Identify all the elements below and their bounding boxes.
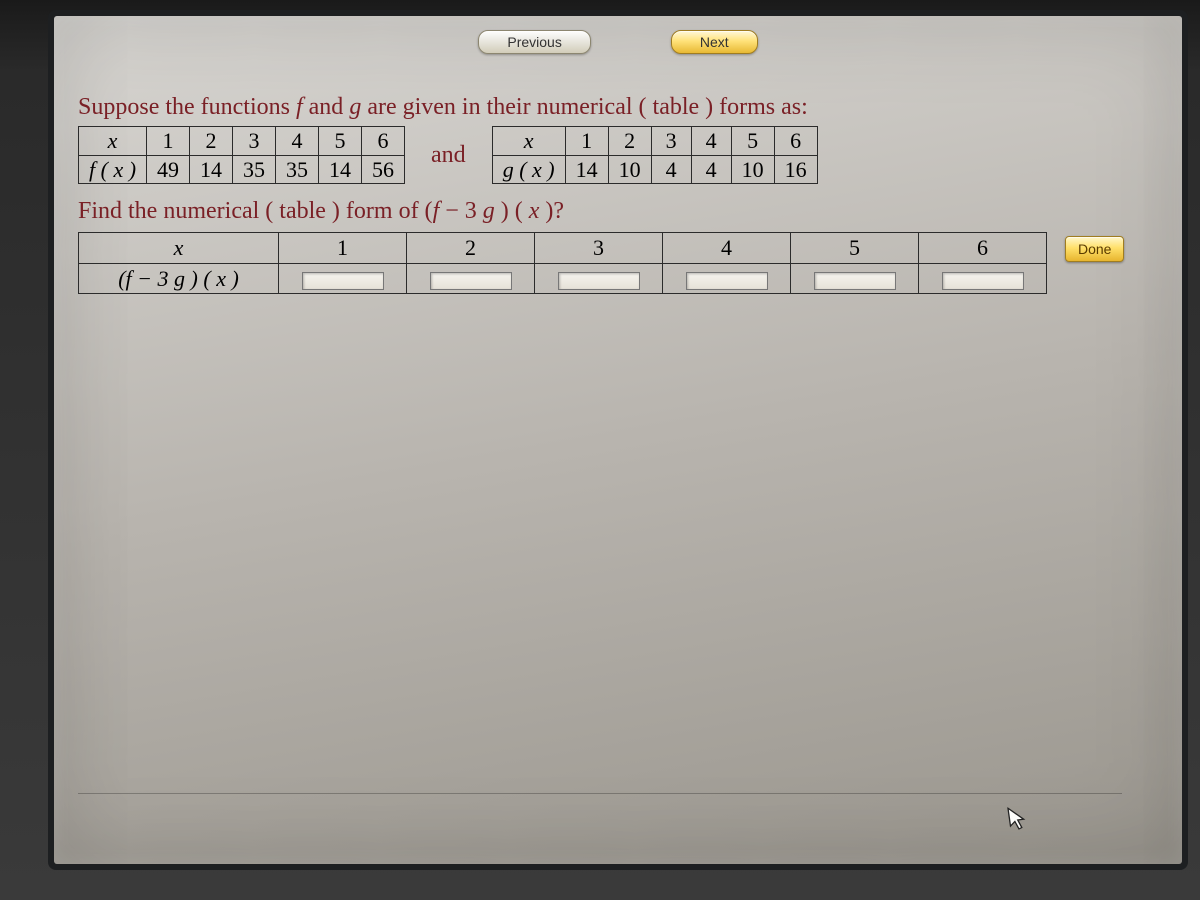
answer-input-5[interactable] bbox=[814, 272, 896, 290]
table-g-v3: 4 bbox=[651, 155, 691, 184]
table-g-v2: 10 bbox=[608, 155, 651, 184]
table-g-v6: 16 bbox=[774, 155, 817, 184]
question-prefix: Find the numerical ( table ) form of ( bbox=[78, 198, 433, 224]
question-suffix: )? bbox=[539, 198, 564, 224]
intro-prefix: Suppose the functions bbox=[78, 94, 296, 120]
answer-col-2: 2 bbox=[407, 233, 535, 264]
table-f-x6: 6 bbox=[362, 127, 405, 156]
intro-suffix: are given in their numerical ( table ) f… bbox=[361, 94, 808, 120]
table-f-v3: 35 bbox=[233, 155, 276, 184]
table-g-x5: 5 bbox=[731, 127, 774, 156]
table-f: x 1 2 3 4 5 6 f ( x ) 49 14 35 35 bbox=[78, 126, 405, 184]
table-f-v2: 14 bbox=[190, 155, 233, 184]
table-g-v5: 10 bbox=[731, 155, 774, 184]
table-f-x3: 3 bbox=[233, 127, 276, 156]
nav-bar: Previous Next bbox=[54, 30, 1182, 54]
answer-input-2[interactable] bbox=[430, 272, 512, 290]
answer-col-1: 1 bbox=[279, 233, 407, 264]
answer-input-6[interactable] bbox=[942, 272, 1024, 290]
table-g-x2: 2 bbox=[608, 127, 651, 156]
answer-var: x bbox=[79, 233, 279, 264]
divider bbox=[78, 793, 1122, 794]
question-mid: − 3 bbox=[439, 198, 483, 224]
intro-text: Suppose the functions f and g are given … bbox=[78, 92, 1174, 122]
previous-button[interactable]: Previous bbox=[478, 30, 590, 54]
table-g-v1: 14 bbox=[565, 155, 608, 184]
question-close: ) ( bbox=[495, 198, 529, 224]
table-f-v4: 35 bbox=[276, 155, 319, 184]
question-text: Find the numerical ( table ) form of (f … bbox=[78, 196, 1174, 226]
table-g: x 1 2 3 4 5 6 g ( x ) 14 10 4 4 10 bbox=[492, 126, 818, 184]
answer-input-1[interactable] bbox=[302, 272, 384, 290]
table-f-x1: 1 bbox=[147, 127, 190, 156]
cursor-icon bbox=[1007, 805, 1029, 839]
answer-col-5: 5 bbox=[791, 233, 919, 264]
and-word: and bbox=[431, 140, 466, 170]
table-g-x1: 1 bbox=[565, 127, 608, 156]
question-g: g bbox=[483, 198, 495, 224]
answer-label: (f − 3 g ) ( x ) bbox=[79, 263, 279, 294]
table-g-x3: 3 bbox=[651, 127, 691, 156]
answer-col-6: 6 bbox=[919, 233, 1047, 264]
answer-input-3[interactable] bbox=[558, 272, 640, 290]
question-content: Suppose the functions f and g are given … bbox=[78, 92, 1174, 294]
table-f-v1: 49 bbox=[147, 155, 190, 184]
answer-input-4[interactable] bbox=[686, 272, 768, 290]
table-f-label: f ( x ) bbox=[79, 155, 147, 184]
table-g-x4: 4 bbox=[691, 127, 731, 156]
intro-mid: and bbox=[303, 94, 350, 120]
answer-table: x 1 2 3 4 5 6 (f − 3 g ) ( x ) bbox=[78, 232, 1047, 294]
table-f-v6: 56 bbox=[362, 155, 405, 184]
table-f-x5: 5 bbox=[319, 127, 362, 156]
answer-col-4: 4 bbox=[663, 233, 791, 264]
intro-g: g bbox=[349, 94, 361, 120]
answer-col-3: 3 bbox=[535, 233, 663, 264]
table-f-x2: 2 bbox=[190, 127, 233, 156]
next-button[interactable]: Next bbox=[671, 30, 758, 54]
table-f-x4: 4 bbox=[276, 127, 319, 156]
question-x: x bbox=[529, 198, 540, 224]
table-g-var: x bbox=[492, 127, 565, 156]
table-f-v5: 14 bbox=[319, 155, 362, 184]
done-button[interactable]: Done bbox=[1065, 236, 1124, 262]
intro-f: f bbox=[296, 94, 303, 120]
table-g-x6: 6 bbox=[774, 127, 817, 156]
table-f-var: x bbox=[79, 127, 147, 156]
table-g-v4: 4 bbox=[691, 155, 731, 184]
table-g-label: g ( x ) bbox=[492, 155, 565, 184]
